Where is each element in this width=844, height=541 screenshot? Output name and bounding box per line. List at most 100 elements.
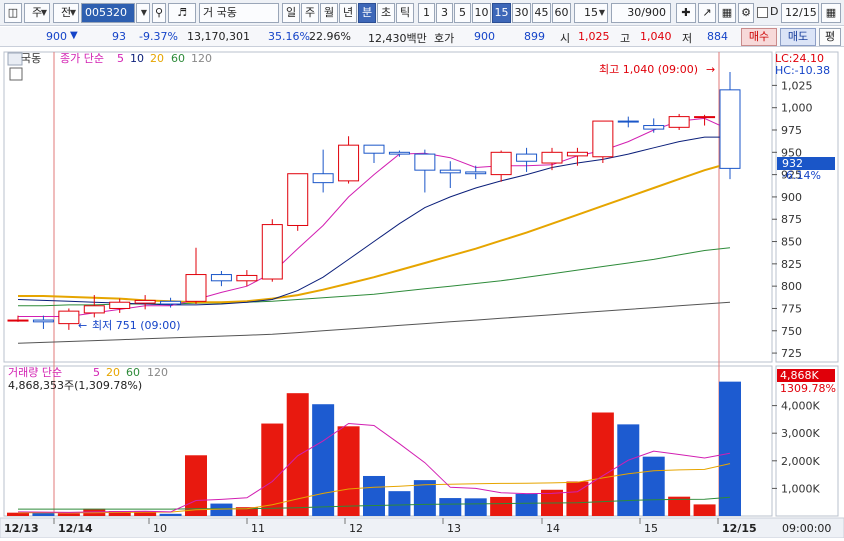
candle-body	[236, 274, 258, 282]
vol-legend-120: 120	[147, 366, 168, 379]
stock-name-field[interactable]: 거 국동	[199, 3, 279, 23]
crosshair-icon[interactable]: ✚	[676, 3, 696, 23]
current-volume-pct: 1309.78%	[780, 382, 836, 395]
current-volume-tag-label: 4,868K	[780, 369, 819, 382]
grid-icon[interactable]: ▦	[718, 3, 736, 23]
buy-button[interactable]: 매수	[741, 28, 777, 46]
candle-body	[592, 120, 614, 158]
ma-legend-5: 5	[117, 52, 124, 65]
prev-select[interactable]: 전 ▼	[53, 3, 79, 23]
candle-body	[490, 151, 512, 176]
x-label: 12/15	[722, 522, 757, 535]
ma-legend-60: 60	[171, 52, 185, 65]
candle-body	[32, 319, 54, 323]
interval-button-5[interactable]: 5	[454, 3, 471, 23]
volume-value: 13,170,301	[187, 30, 250, 43]
chart-menu-icon[interactable]: ◫	[4, 3, 22, 23]
count-input[interactable]: 30/900	[611, 3, 671, 23]
date-checkbox[interactable]	[757, 7, 768, 18]
candle-body	[719, 89, 741, 169]
price-tick-label: 975	[781, 124, 802, 137]
date-input[interactable]: 12/15	[781, 3, 819, 23]
ask-price: 900	[474, 30, 495, 43]
code-dropdown-button[interactable]: ▼	[136, 3, 150, 23]
candle-body	[185, 274, 207, 302]
gear-icon[interactable]: ⚙	[738, 3, 754, 23]
high-label: 고	[620, 32, 631, 45]
vol-legend-20: 20	[106, 366, 120, 379]
ma-legend-10: 10	[130, 52, 144, 65]
down-arrow-icon: ▼	[70, 30, 78, 41]
open-price: 1,025	[578, 30, 610, 43]
avg-button[interactable]: 평	[819, 28, 841, 46]
period-tab-1[interactable]: 주	[301, 3, 319, 23]
price-tick-label: 1,025	[781, 79, 813, 92]
sound-icon[interactable]: ♬	[168, 3, 196, 23]
volume-bar	[159, 513, 182, 516]
chart-svg[interactable]: 국동 종가 단순 5 10 20 60 120 LC:24.10 HC:-10.38 7…	[0, 48, 844, 539]
volume-bar	[642, 456, 665, 516]
price-axis	[775, 51, 839, 363]
chevron-down-icon: ▼	[598, 8, 605, 17]
date-checkbox-label: D	[770, 5, 779, 18]
trend-line-icon[interactable]: ↗	[698, 3, 716, 23]
chart-area[interactable]: 국동 종가 단순 5 10 20 60 120 LC:24.10 HC:-10.38 7…	[0, 48, 844, 539]
interval-select[interactable]: 15 ▼	[574, 3, 608, 23]
candle-body	[643, 125, 665, 130]
chevron-down-icon: ▼	[40, 8, 47, 17]
x-label: 12/14	[58, 522, 93, 535]
x-label: 14	[546, 522, 560, 535]
candle-body	[363, 144, 385, 154]
volume-bar	[490, 496, 513, 516]
candle-body	[414, 153, 436, 171]
interval-button-45[interactable]: 45	[532, 3, 551, 23]
interval-button-10[interactable]: 10	[472, 3, 491, 23]
candle-body	[541, 151, 563, 164]
period-tab-5[interactable]: 초	[377, 3, 395, 23]
interval-button-3[interactable]: 3	[436, 3, 453, 23]
low-price: 884	[707, 30, 728, 43]
candle-body	[465, 171, 487, 175]
quote-label: 호가	[434, 32, 455, 45]
chevron-down-icon: ▼	[140, 8, 147, 17]
volume-bar	[693, 504, 716, 516]
search-icon[interactable]: ⚲	[152, 3, 166, 23]
price-tick-label: 850	[781, 236, 802, 249]
period-tab-0[interactable]: 일	[282, 3, 300, 23]
high-annotation: 최고 1,040 (09:00)	[599, 63, 698, 76]
interval-button-1[interactable]: 1	[418, 3, 435, 23]
candle-body	[160, 300, 182, 305]
open-label: 시	[560, 32, 571, 45]
interval-select-value: 15	[584, 6, 598, 19]
calendar-icon[interactable]: ▦	[821, 3, 841, 23]
x-label: 10	[153, 522, 167, 535]
interval-button-30[interactable]: 30	[512, 3, 531, 23]
table-icon[interactable]	[9, 67, 23, 81]
volume-bar	[312, 404, 335, 516]
info-bar: 900 ▼ 93 -9.37% 13,170,301 35.16% 22.96%…	[0, 27, 844, 47]
candle-body	[617, 120, 639, 123]
candle-body	[109, 301, 131, 309]
vol-tick-label: 3,000K	[781, 427, 820, 440]
candle-body	[516, 153, 538, 162]
price-pane[interactable]	[3, 51, 773, 363]
interval-button-60[interactable]: 60	[552, 3, 571, 23]
stock-prefix: 거	[203, 6, 214, 19]
price-tick-label: 875	[781, 213, 802, 226]
candle-body	[668, 116, 690, 128]
price-tick-label: 725	[781, 347, 802, 360]
price-tick-label: 825	[781, 258, 802, 271]
candle-body	[694, 116, 716, 119]
vol-tick-label: 2,000K	[781, 455, 820, 468]
period-tab-4[interactable]: 분	[358, 3, 376, 23]
period-tab-6[interactable]: 틱	[396, 3, 414, 23]
sell-button[interactable]: 매도	[780, 28, 816, 46]
period-tab-3[interactable]: 년	[339, 3, 357, 23]
tab-select[interactable]: 주 ▼	[24, 3, 50, 23]
stock-code-input[interactable]: 005320	[81, 3, 135, 23]
period-tab-2[interactable]: 월	[320, 3, 338, 23]
price-tick-label: 800	[781, 280, 802, 293]
low-label: 저	[682, 32, 693, 45]
interval-button-15[interactable]: 15	[492, 3, 511, 23]
pane-menu-icon[interactable]	[7, 52, 23, 66]
